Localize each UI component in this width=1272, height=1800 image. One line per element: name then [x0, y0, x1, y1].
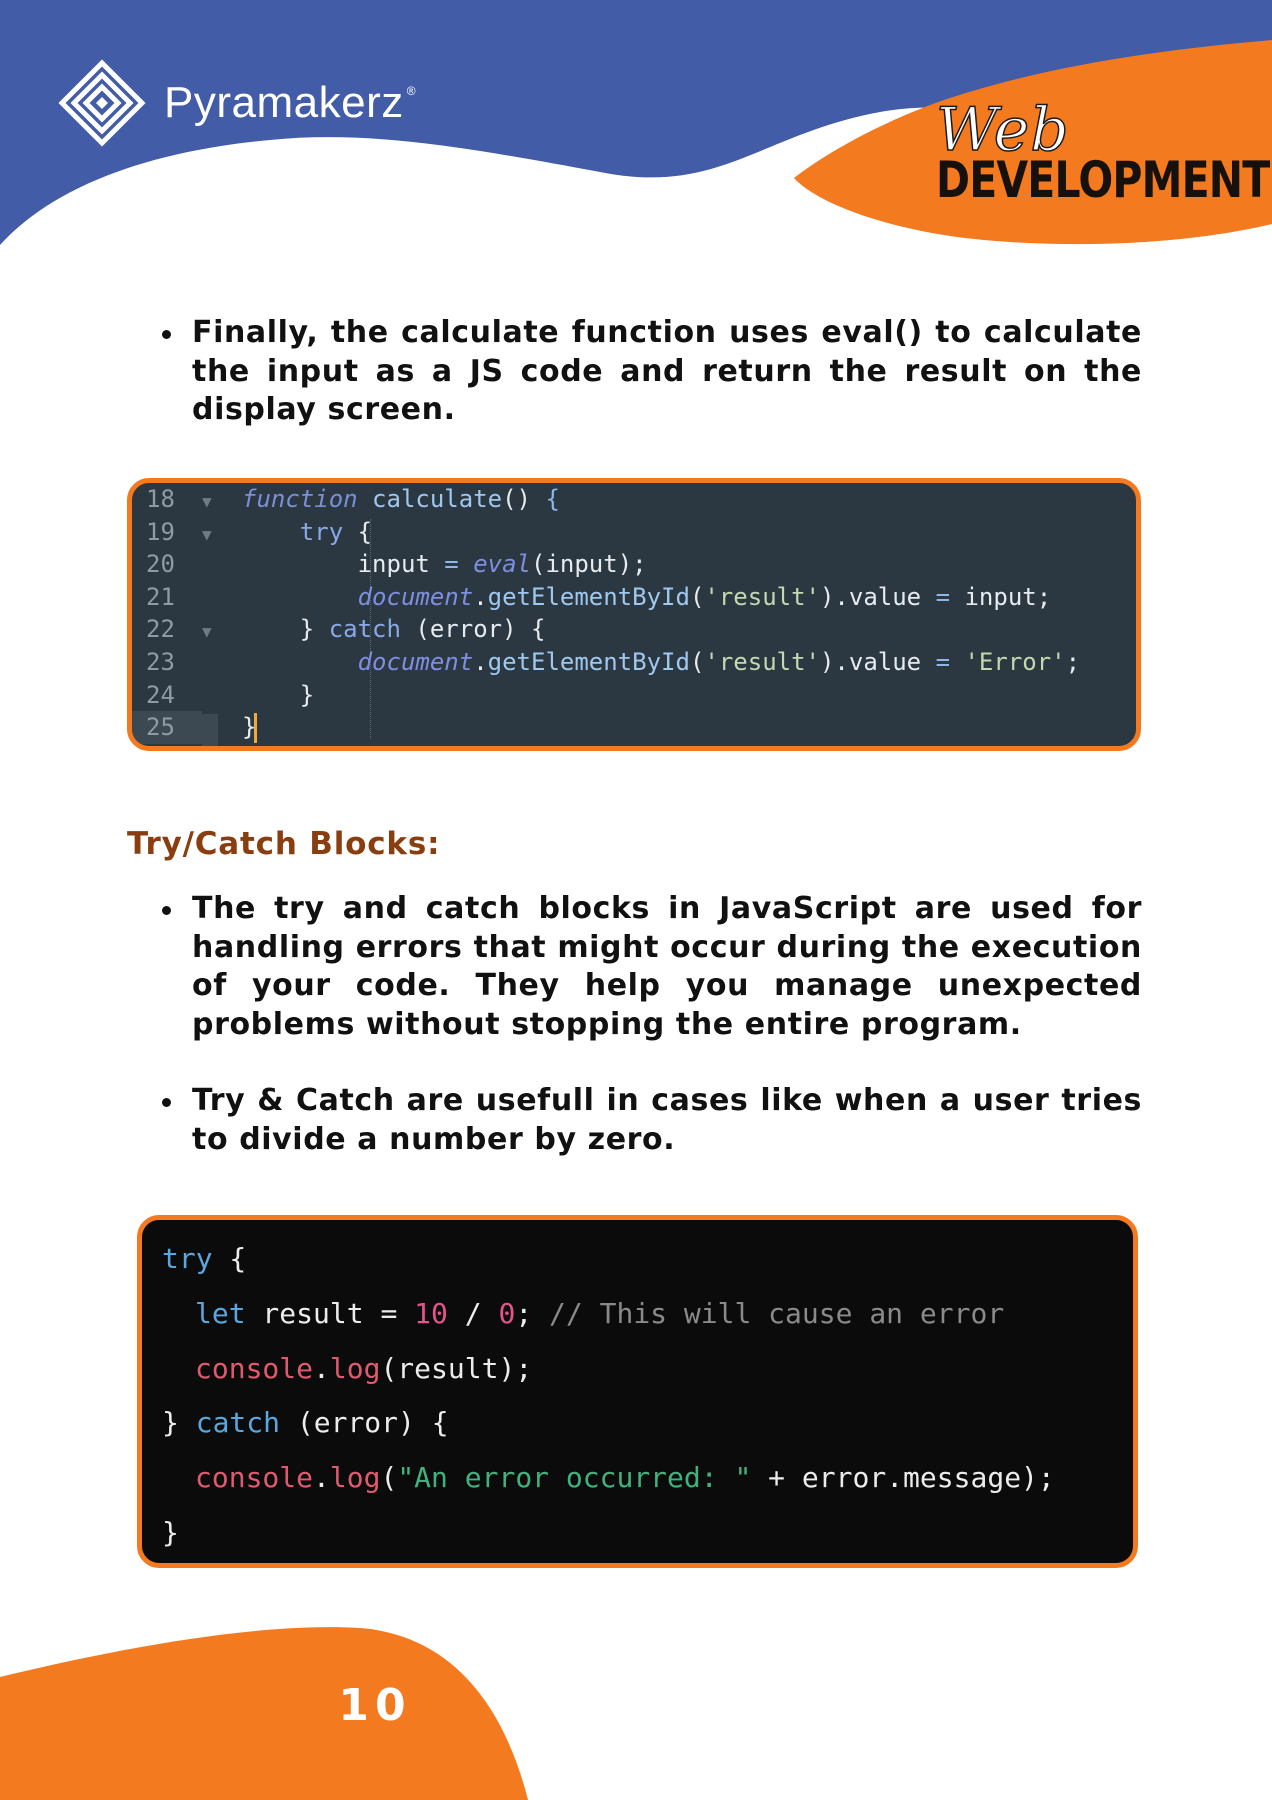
line-number: 20 — [146, 550, 175, 579]
fold-arrow-icon[interactable]: ▼ — [202, 519, 242, 552]
text-cursor — [254, 713, 258, 744]
code-block-calculate: 18 ▼ function calculate() { 19 ▼ try { 20 i… — [127, 478, 1141, 751]
bullet-list-try-catch: The try and catch blocks in JavaScript a… — [158, 890, 1142, 1159]
pyramakerz-logo-icon — [58, 59, 146, 147]
code-line: 19 ▼ try { — [132, 516, 1136, 549]
code-line: 22 ▼ } catch (error) { — [132, 613, 1136, 646]
code-line: 20 input = eval(input); — [132, 548, 1136, 581]
brand-name: Pyramakerz ® — [164, 78, 417, 127]
list-item: Finally, the calculate function uses eva… — [158, 314, 1142, 430]
list-item: Try & Catch are usefull in cases like wh… — [158, 1082, 1142, 1159]
code-line: 25 } — [132, 711, 1136, 746]
code-line: console.log("An error occurred: " + erro… — [195, 1461, 1055, 1495]
code-line: console.log(result); — [195, 1351, 533, 1385]
code-line: 21 document.getElementById('result').val… — [132, 581, 1136, 614]
brand: Pyramakerz ® — [58, 58, 416, 148]
line-number: 25 — [132, 711, 202, 744]
bullet-dot — [162, 906, 171, 915]
code-line: let result = 10 / 0; // This will cause … — [195, 1296, 1005, 1330]
bullet-dot — [162, 1098, 171, 1107]
line-number: 18 — [146, 485, 175, 513]
list-item: The try and catch blocks in JavaScript a… — [158, 890, 1142, 1044]
badge-title: DEVELOPMENT — [936, 151, 1270, 209]
line-number: 23 — [146, 647, 175, 676]
registered-mark: ® — [406, 84, 417, 98]
line-number: 22 — [146, 615, 175, 644]
section-heading: Try/Catch Blocks: — [127, 826, 441, 862]
code-line: try { — [162, 1242, 247, 1275]
line-number: 24 — [146, 680, 175, 709]
line-number: 21 — [146, 582, 175, 611]
footer-orange-wave — [0, 1627, 528, 1800]
code-block-try-catch: try { let result = 10 / 0; // This will … — [137, 1215, 1138, 1568]
line-number: 19 — [146, 517, 175, 546]
page-number: 10 — [338, 1680, 412, 1731]
code-line: 18 ▼ function calculate() { — [132, 483, 1136, 516]
code-line: } catch (error) { — [162, 1406, 449, 1440]
fold-arrow-icon[interactable]: ▼ — [202, 616, 242, 649]
bullet-text: Try & Catch are usefull in cases like wh… — [192, 1083, 1142, 1157]
bullet-dot — [162, 330, 171, 339]
fold-arrow-icon[interactable]: ▼ — [202, 486, 242, 519]
bullet-text: The try and catch blocks in JavaScript a… — [192, 891, 1142, 1042]
code-line: } — [162, 1515, 179, 1549]
code-line: 23 document.getElementById('result').val… — [132, 646, 1136, 679]
bullet-list-intro: Finally, the calculate function uses eva… — [158, 314, 1142, 430]
code-line: 24 } — [132, 679, 1136, 712]
bullet-text: Finally, the calculate function uses eva… — [192, 315, 1142, 427]
